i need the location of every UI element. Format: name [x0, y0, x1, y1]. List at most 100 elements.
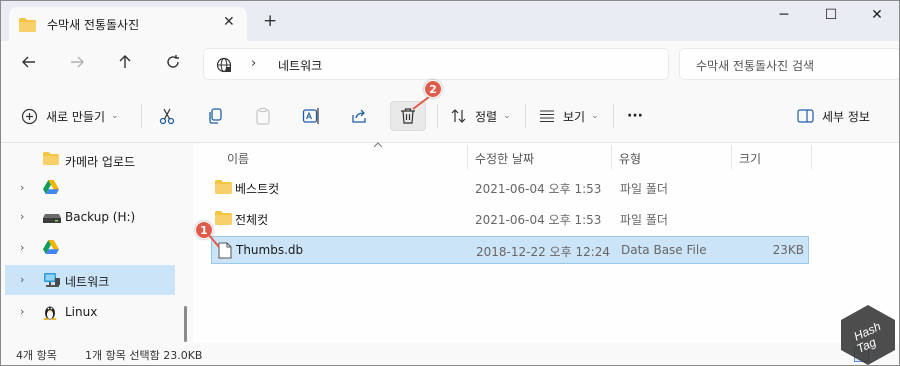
navigation-pane: 카메라 업로드 › › Backup (H:) › › 네트워크 › Linux: [1, 143, 193, 343]
search-placeholder: 수막새 전통돌사진 검색: [696, 59, 815, 73]
copy-button[interactable]: [197, 101, 233, 131]
chevron-down-icon: ⌄: [591, 111, 599, 121]
expand-chevron-icon[interactable]: ›: [20, 241, 24, 254]
column-header-name[interactable]: 이름: [227, 141, 467, 171]
address-bar[interactable]: › 네트워크: [203, 48, 669, 80]
column-size-label: 크기: [739, 152, 762, 166]
expand-chevron-icon[interactable]: ›: [20, 181, 24, 194]
share-button[interactable]: [341, 101, 377, 131]
sort-button[interactable]: 정렬 ⌄: [451, 103, 511, 129]
file-date: 2021-06-04 오후 1:53: [475, 182, 602, 196]
rename-icon: [302, 108, 319, 124]
more-icon: ···: [627, 108, 643, 124]
up-arrow-icon: [119, 55, 131, 68]
tab-current-folder[interactable]: 수막새 전통돌사진 ✕: [9, 7, 247, 41]
cut-button[interactable]: [149, 101, 185, 131]
expand-chevron-icon[interactable]: ›: [20, 210, 24, 223]
file-size: 23KB: [772, 243, 804, 257]
column-divider[interactable]: [731, 145, 732, 169]
close-button[interactable]: ✕: [862, 7, 892, 27]
file-type: Data Base File: [621, 243, 707, 257]
linux-icon: [43, 304, 57, 323]
forward-button[interactable]: [63, 51, 91, 79]
more-options-button[interactable]: ···: [627, 103, 643, 129]
globe-icon: [216, 57, 232, 76]
item-count: 4개 항목: [16, 349, 57, 362]
sort-ascending-icon: [373, 141, 383, 151]
annotation-marker-2: 2: [424, 80, 442, 98]
refresh-button[interactable]: [159, 51, 187, 79]
back-button[interactable]: [15, 51, 43, 79]
tab-close-icon[interactable]: ✕: [223, 14, 235, 30]
column-name-label: 이름: [227, 152, 250, 166]
view-label: 보기: [563, 109, 586, 124]
file-row-thumbs-db[interactable]: Thumbs.db 2018-12-22 오후 12:24 Data Base …: [211, 236, 809, 264]
chevron-down-icon: ⌄: [503, 111, 511, 121]
file-explorer-window: 수막새 전통돌사진 ✕ + ─ ☐ ✕ › 네트워크 수막새 전통돌사진 검색: [0, 0, 900, 366]
hashtag-watermark: Hash Tag: [839, 303, 897, 365]
sort-label: 정렬: [475, 109, 498, 124]
file-row-folder[interactable]: 전체컷 2021-06-04 오후 1:53 파일 폴더: [211, 205, 809, 233]
sidebar-item-linux[interactable]: › Linux: [5, 297, 175, 327]
sidebar-item-label: Backup (H:): [65, 210, 136, 224]
up-button[interactable]: [111, 51, 139, 79]
forward-arrow-icon: [71, 56, 84, 68]
view-list-icon: [540, 110, 554, 123]
status-bar: 4개 항목 1개 항목 선택함 23.0KB: [1, 343, 899, 365]
expand-chevron-icon[interactable]: ›: [20, 305, 24, 318]
file-type: 파일 폴더: [620, 182, 668, 196]
file-type: 파일 폴더: [620, 213, 668, 227]
file-date: 2021-06-04 오후 1:53: [475, 213, 602, 227]
column-type-label: 유형: [619, 152, 642, 166]
new-button[interactable]: 새로 만들기 ⌄: [21, 103, 119, 129]
new-tab-button[interactable]: +: [263, 13, 277, 30]
drive-icon: [43, 212, 61, 226]
paste-button[interactable]: [245, 101, 281, 131]
file-name: 베스트컷: [235, 182, 280, 196]
sidebar-item-camera-upload[interactable]: 카메라 업로드: [5, 145, 175, 175]
sidebar-item-google-drive[interactable]: ›: [5, 173, 175, 203]
chevron-right-icon[interactable]: ›: [251, 56, 256, 71]
paste-icon: [256, 107, 270, 125]
view-button[interactable]: 보기 ⌄: [539, 103, 599, 129]
file-row-folder[interactable]: 베스트컷 2021-06-04 오후 1:53 파일 폴더: [211, 174, 809, 202]
share-icon: [352, 109, 366, 123]
column-divider[interactable]: [811, 145, 812, 169]
column-header-date[interactable]: 수정한 날짜: [475, 143, 609, 171]
column-divider[interactable]: [611, 145, 612, 169]
folder-icon: [215, 180, 232, 197]
folder-icon: [19, 18, 36, 35]
file-date: 2018-12-22 오후 12:24: [476, 245, 611, 259]
maximize-button[interactable]: ☐: [816, 7, 846, 27]
breadcrumb-network[interactable]: 네트워크: [278, 57, 322, 74]
sidebar-item-network[interactable]: › 네트워크: [5, 265, 175, 295]
expand-chevron-icon[interactable]: ›: [20, 273, 24, 286]
rename-button[interactable]: [293, 101, 329, 131]
refresh-icon: [167, 55, 179, 68]
plus-circle-icon: [21, 108, 38, 124]
file-name: 전체컷: [235, 213, 269, 227]
column-divider[interactable]: [467, 145, 468, 169]
column-header-size[interactable]: 크기: [739, 143, 809, 171]
command-bar: 새로 만들기 ⌄ 2 정렬 ⌄ 보기 ⌄ ··· 세부 정보: [1, 80, 899, 143]
network-icon: [43, 272, 61, 291]
minimize-button[interactable]: ─: [769, 7, 799, 27]
search-input[interactable]: 수막새 전통돌사진 검색: [679, 48, 899, 80]
sidebar-item-label: Linux: [65, 305, 98, 319]
column-date-label: 수정한 날짜: [475, 152, 535, 166]
new-button-label: 새로 만들기: [46, 109, 106, 124]
details-pane-button[interactable]: 세부 정보: [797, 103, 870, 129]
sidebar-scrollbar[interactable]: [184, 306, 187, 342]
google-drive-icon: [43, 240, 59, 257]
sidebar-item-backup-drive[interactable]: › Backup (H:): [5, 202, 175, 232]
tab-title: 수막새 전통돌사진: [47, 18, 140, 32]
folder-icon: [215, 211, 232, 228]
scissors-icon: [159, 108, 175, 125]
annotation-pointer-1: [207, 233, 220, 248]
chevron-down-icon: ⌄: [111, 111, 119, 121]
back-arrow-icon: [22, 56, 35, 68]
toolbar-divider: [613, 104, 614, 128]
annotation-pointer-2: [412, 97, 430, 110]
column-header-type[interactable]: 유형: [619, 143, 731, 171]
sidebar-item-google-drive-2[interactable]: ›: [5, 233, 175, 263]
